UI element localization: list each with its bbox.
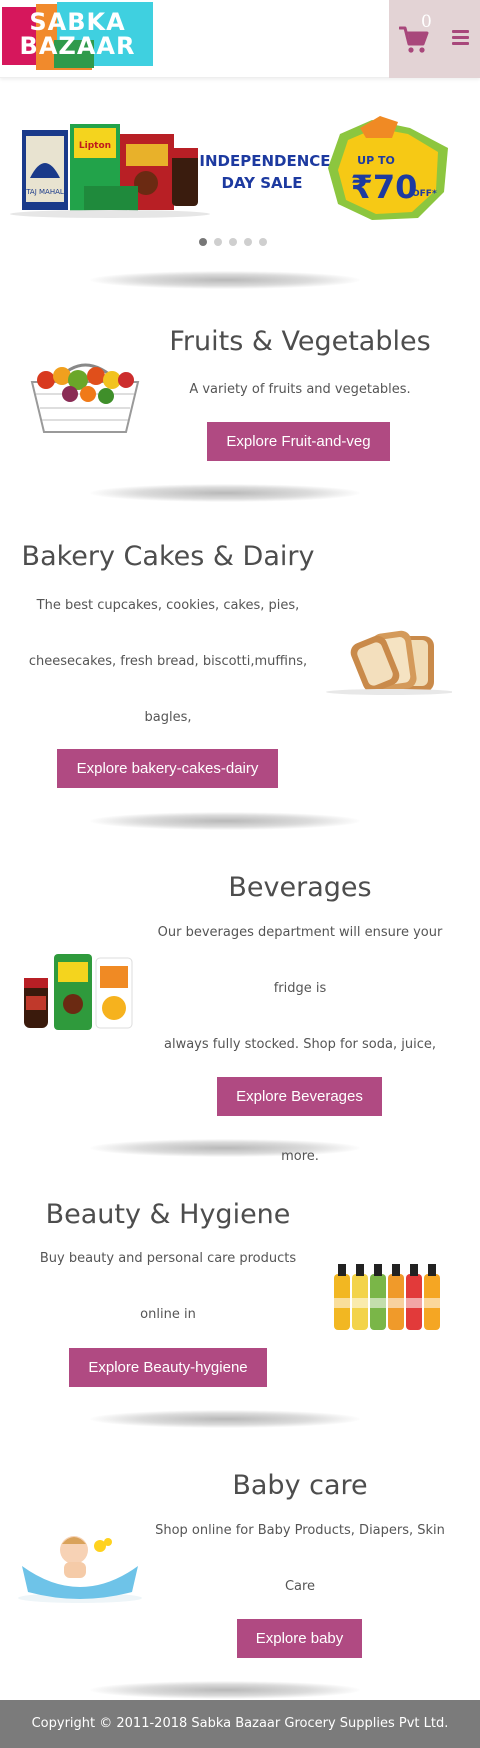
category-title: Fruits & Vegetables <box>169 326 431 357</box>
offer-suffix: OFF* <box>412 189 437 199</box>
description-line: Buy beauty and personal care products on… <box>39 1251 297 1322</box>
sale-line1: INDEPENDENCE <box>199 152 330 170</box>
logo-text: SABKA BAZAAR <box>2 10 153 58</box>
hamburger-menu-icon[interactable] <box>452 30 469 45</box>
bread-image <box>326 630 452 695</box>
category-description: A variety of fruits and vegetables. <box>189 382 411 397</box>
description-line: cheesecakes, fresh bread, biscotti,muffi… <box>28 654 308 725</box>
section-separator <box>90 812 360 830</box>
offer-up-to: UP TO <box>357 154 395 167</box>
carousel-dot-1[interactable] <box>199 238 207 246</box>
carousel-dots <box>199 238 267 246</box>
site-footer: Copyright © 2011-2018 Sabka Bazaar Groce… <box>0 1700 480 1748</box>
category-title: Bakery Cakes & Dairy <box>21 541 315 572</box>
section-separator <box>90 1410 360 1428</box>
section-separator <box>90 271 360 289</box>
fruit-basket-image <box>30 363 140 433</box>
explore-beverages-button[interactable]: Explore Beverages <box>217 1077 382 1116</box>
logo-line2: BAZAAR <box>19 32 136 60</box>
section-separator <box>90 1139 360 1157</box>
beauty-products-image <box>334 1264 440 1330</box>
banner-artwork: TAJ MAHAL Lipton INDEPENDENCE DAY SALE U… <box>10 116 448 220</box>
sale-line2: DAY SALE <box>222 174 303 192</box>
offer-amount: ₹70 <box>351 168 418 206</box>
offer-banner[interactable]: TAJ MAHAL Lipton INDEPENDENCE DAY SALE U… <box>0 108 480 230</box>
section-separator <box>90 484 360 502</box>
description-line: Shop online for Baby Products, Diapers, … <box>155 1523 445 1594</box>
cart-count-badge: 0 <box>421 12 432 32</box>
explore-bakery-cakes-dairy-button[interactable]: Explore bakery-cakes-dairy <box>57 749 278 788</box>
carousel-dot-4[interactable] <box>244 238 252 246</box>
copyright-text: Copyright © 2011-2018 Sabka Bazaar Groce… <box>31 1716 449 1731</box>
category-title: Beverages <box>228 872 372 903</box>
explore-baby-button[interactable]: Explore baby <box>237 1619 362 1658</box>
taj-mahal-label: TAJ MAHAL <box>25 188 64 196</box>
explore-beauty-hygiene-button[interactable]: Explore Beauty-hygiene <box>69 1348 267 1387</box>
category-title: Baby care <box>232 1470 368 1501</box>
description-line: The best cupcakes, cookies, cakes, pies, <box>36 598 300 613</box>
description-line: more. <box>281 1149 319 1164</box>
category-title: Beauty & Hygiene <box>45 1199 291 1230</box>
description-line: Our beverages department will ensure you… <box>157 925 443 996</box>
logo-line1: SABKA <box>29 8 126 36</box>
lipton-label: Lipton <box>79 141 111 151</box>
sabka-bazaar-logo[interactable]: SABKA BAZAAR <box>2 2 153 70</box>
section-separator <box>90 1681 360 1699</box>
explore-fruit-and-veg-button[interactable]: Explore Fruit-and-veg <box>207 422 390 461</box>
carousel-dot-2[interactable] <box>214 238 222 246</box>
beverages-image <box>24 954 133 1030</box>
baby-image <box>18 1536 142 1603</box>
carousel-dot-3[interactable] <box>229 238 237 246</box>
site-header: SABKA BAZAAR 0 <box>0 0 480 78</box>
carousel-dot-5[interactable] <box>259 238 267 246</box>
